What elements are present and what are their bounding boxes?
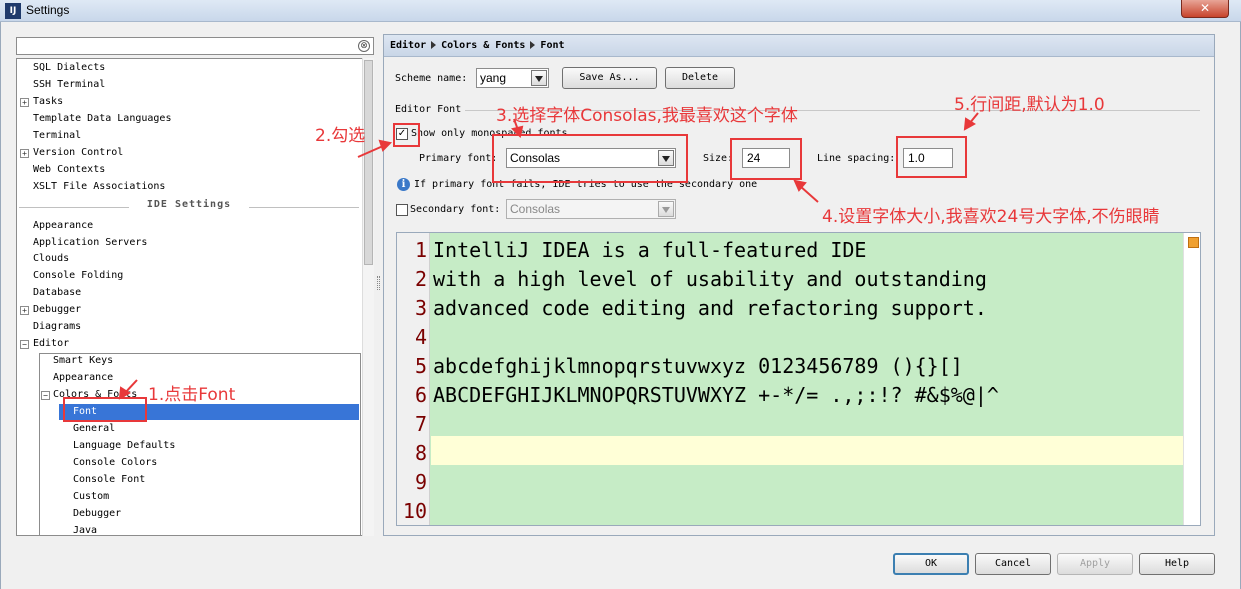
breadcrumb: Editor Colors & Fonts Font bbox=[384, 35, 1214, 57]
breadcrumb-editor: Editor bbox=[390, 40, 427, 51]
line-number: 3 bbox=[414, 296, 427, 320]
tree-item-smart-keys[interactable]: Smart Keys bbox=[53, 353, 113, 369]
tree-item-terminal[interactable]: Terminal bbox=[33, 128, 81, 144]
annotation-step-1: 1.点击Font bbox=[148, 385, 236, 405]
line-number: 9 bbox=[414, 470, 427, 494]
apply-button[interactable]: Apply bbox=[1057, 553, 1133, 575]
preview-line: with a high level of usability and outst… bbox=[433, 267, 987, 291]
annotation-step-2: 2.勾选 bbox=[315, 126, 366, 146]
chevron-down-icon bbox=[658, 201, 674, 217]
collapse-editor-icon[interactable]: − bbox=[20, 340, 29, 349]
line-number: 2 bbox=[414, 267, 427, 291]
title-bar: IJ Settings ✕ bbox=[0, 0, 1241, 22]
info-icon: i bbox=[397, 178, 410, 191]
tree-item-editor-appearance[interactable]: Appearance bbox=[53, 370, 113, 386]
breadcrumb-font: Font bbox=[540, 40, 565, 51]
clear-search-icon[interactable]: ⊗ bbox=[358, 40, 370, 52]
expand-tasks-icon[interactable]: + bbox=[20, 98, 29, 107]
tree-item-version-control[interactable]: Version Control bbox=[33, 145, 123, 161]
inspection-status-icon bbox=[1188, 237, 1199, 248]
caret-row-highlight bbox=[431, 436, 1183, 465]
preview-line: ABCDEFGHIJKLMNOPQRSTUVWXYZ +-*/= .,;:!? … bbox=[433, 383, 999, 407]
intellij-app-icon: IJ bbox=[5, 3, 21, 19]
tree-item-general[interactable]: General bbox=[73, 421, 115, 437]
tree-item-java[interactable]: Java bbox=[73, 523, 97, 535]
settings-search-input[interactable]: ⊗ bbox=[16, 37, 374, 55]
line-number: 6 bbox=[414, 383, 427, 407]
breadcrumb-arrow-icon bbox=[431, 41, 437, 49]
primary-font-label: Primary font: bbox=[419, 153, 498, 164]
collapse-colors-fonts-icon[interactable]: − bbox=[41, 391, 50, 400]
editor-font-group-label: Editor Font bbox=[395, 104, 462, 115]
preview-line: advanced code editing and refactoring su… bbox=[433, 296, 987, 320]
annotation-box-size bbox=[730, 138, 802, 180]
preview-line: IntelliJ IDEA is a full-featured IDE bbox=[433, 238, 867, 262]
tree-item-diagrams[interactable]: Diagrams bbox=[33, 319, 81, 335]
annotation-step-4: 4.设置字体大小,我喜欢24号大字体,不伤眼睛 bbox=[822, 207, 1160, 227]
ide-settings-section-header: IDE Settings bbox=[19, 199, 359, 215]
annotation-step-5: 5.行间距,默认为1.0 bbox=[954, 95, 1105, 115]
breadcrumb-arrow-icon bbox=[530, 41, 536, 49]
tree-item-language-defaults[interactable]: Language Defaults bbox=[73, 438, 175, 454]
secondary-font-label: Secondary font: bbox=[410, 204, 501, 215]
window-title: Settings bbox=[26, 3, 70, 17]
tree-item-debugger[interactable]: Debugger bbox=[33, 302, 81, 318]
scheme-name-label: Scheme name: bbox=[395, 73, 468, 84]
line-number: 10 bbox=[402, 499, 427, 523]
tree-item-console-folding[interactable]: Console Folding bbox=[33, 268, 123, 284]
expand-debugger-icon[interactable]: + bbox=[20, 306, 29, 315]
tree-item-colors-debugger[interactable]: Debugger bbox=[73, 506, 121, 522]
font-preview-editor[interactable]: 1 2 3 4 5 6 7 8 9 10 IntelliJ IDEA is a … bbox=[396, 232, 1201, 526]
size-label: Size: bbox=[703, 153, 734, 164]
tree-item-console-colors[interactable]: Console Colors bbox=[73, 455, 157, 471]
tree-item-editor[interactable]: Editor bbox=[33, 336, 69, 352]
close-window-button[interactable]: ✕ bbox=[1181, 0, 1229, 18]
tree-item-ssh-terminal[interactable]: SSH Terminal bbox=[33, 77, 105, 93]
tree-item-web-contexts[interactable]: Web Contexts bbox=[33, 162, 105, 178]
line-number: 4 bbox=[414, 325, 427, 349]
annotation-box-checkbox bbox=[393, 123, 420, 147]
tree-item-appearance[interactable]: Appearance bbox=[33, 218, 93, 234]
tree-item-sql-dialects[interactable]: SQL Dialects bbox=[33, 60, 105, 76]
ok-button[interactable]: OK bbox=[893, 553, 969, 575]
line-spacing-label: Line spacing: bbox=[817, 153, 896, 164]
breadcrumb-colors-fonts: Colors & Fonts bbox=[441, 40, 526, 51]
cancel-button[interactable]: Cancel bbox=[975, 553, 1051, 575]
help-button[interactable]: Help bbox=[1139, 553, 1215, 575]
secondary-font-select[interactable]: Consolas bbox=[506, 199, 676, 219]
tree-item-application-servers[interactable]: Application Servers bbox=[33, 235, 147, 251]
tree-item-clouds[interactable]: Clouds bbox=[33, 251, 69, 267]
secondary-font-checkbox[interactable] bbox=[396, 204, 408, 216]
tree-item-custom[interactable]: Custom bbox=[73, 489, 109, 505]
tree-item-database[interactable]: Database bbox=[33, 285, 81, 301]
tree-item-tasks[interactable]: Tasks bbox=[33, 94, 63, 110]
tree-item-xslt-file-associations[interactable]: XSLT File Associations bbox=[33, 179, 165, 195]
annotation-box-primary-font bbox=[492, 134, 688, 183]
save-as-button[interactable]: Save As... bbox=[562, 67, 657, 89]
preview-line: abcdefghijklmnopqrstuvwxyz 0123456789 ()… bbox=[433, 354, 963, 378]
panel-splitter-handle[interactable] bbox=[377, 276, 380, 290]
line-number: 7 bbox=[414, 412, 427, 436]
annotation-box-line-spacing bbox=[896, 136, 967, 178]
tree-item-template-data-languages[interactable]: Template Data Languages bbox=[33, 111, 171, 127]
tree-scrollbar-thumb[interactable] bbox=[364, 60, 373, 265]
annotation-box-font bbox=[63, 397, 147, 422]
expand-version-control-icon[interactable]: + bbox=[20, 149, 29, 158]
line-number: 8 bbox=[414, 441, 427, 465]
tree-item-console-font[interactable]: Console Font bbox=[73, 472, 145, 488]
preview-scrollbar[interactable] bbox=[1183, 233, 1200, 525]
annotation-step-3: 3.选择字体Consolas,我最喜欢这个字体 bbox=[496, 106, 798, 126]
delete-scheme-button[interactable]: Delete bbox=[665, 67, 735, 89]
scheme-name-select[interactable]: yang bbox=[476, 68, 549, 88]
chevron-down-icon bbox=[531, 70, 547, 86]
line-number: 1 bbox=[414, 238, 427, 262]
line-number: 5 bbox=[414, 354, 427, 378]
